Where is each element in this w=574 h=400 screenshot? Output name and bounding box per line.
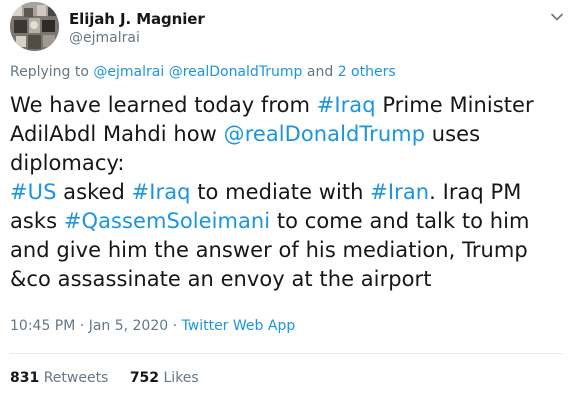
- reply-mention-ejmalrai[interactable]: @ejmalrai: [93, 64, 164, 80]
- hashtag-iraq[interactable]: #Iraq: [132, 180, 191, 204]
- reply-prefix: Replying to: [10, 64, 89, 80]
- likes-stat[interactable]: 752 Likes: [130, 370, 199, 386]
- source-app-link[interactable]: Twitter Web App: [182, 318, 296, 334]
- hashtag-us[interactable]: #US: [10, 180, 56, 204]
- avatar-image: [10, 2, 59, 51]
- reply-mention-realdonaldtrump[interactable]: @realDonaldTrump: [169, 64, 303, 80]
- author-name[interactable]: Elijah J. Magnier: [69, 10, 205, 28]
- meta-separator: ·: [75, 318, 89, 334]
- chevron-down-icon[interactable]: [550, 10, 564, 24]
- tweet-date[interactable]: Jan 5, 2020: [89, 318, 168, 334]
- divider: [10, 353, 564, 354]
- hashtag-iraq[interactable]: #Iraq: [317, 93, 376, 117]
- retweets-count: 831: [10, 370, 40, 386]
- reply-context: Replying to @ejmalrai @realDonaldTrump a…: [10, 64, 396, 80]
- reply-joiner: and: [306, 64, 334, 80]
- avatar[interactable]: [10, 2, 59, 51]
- hashtag-qassemsoleimani[interactable]: #QassemSoleimani: [64, 209, 270, 233]
- tweet-meta: 10:45 PM · Jan 5, 2020 · Twitter Web App: [10, 318, 295, 334]
- tweet-text-segment: to mediate with: [190, 180, 371, 204]
- tweet-time[interactable]: 10:45 PM: [10, 318, 75, 334]
- tweet-stats: 831 Retweets 752 Likes: [10, 370, 199, 386]
- likes-label: Likes: [163, 370, 199, 386]
- meta-separator: ·: [168, 318, 182, 334]
- mention-realdonaldtrump[interactable]: @realDonaldTrump: [224, 122, 425, 146]
- retweets-stat[interactable]: 831 Retweets: [10, 370, 108, 386]
- retweets-label: Retweets: [43, 370, 109, 386]
- hashtag-iran[interactable]: #Iran: [370, 180, 429, 204]
- tweet-text-segment: We have learned today from: [10, 93, 317, 117]
- author-handle[interactable]: @ejmalrai: [69, 30, 140, 46]
- tweet-text: We have learned today from #Iraq Prime M…: [10, 91, 566, 294]
- likes-count: 752: [129, 370, 160, 386]
- reply-others-link[interactable]: 2 others: [338, 64, 396, 80]
- tweet-text-segment: asked: [56, 180, 132, 204]
